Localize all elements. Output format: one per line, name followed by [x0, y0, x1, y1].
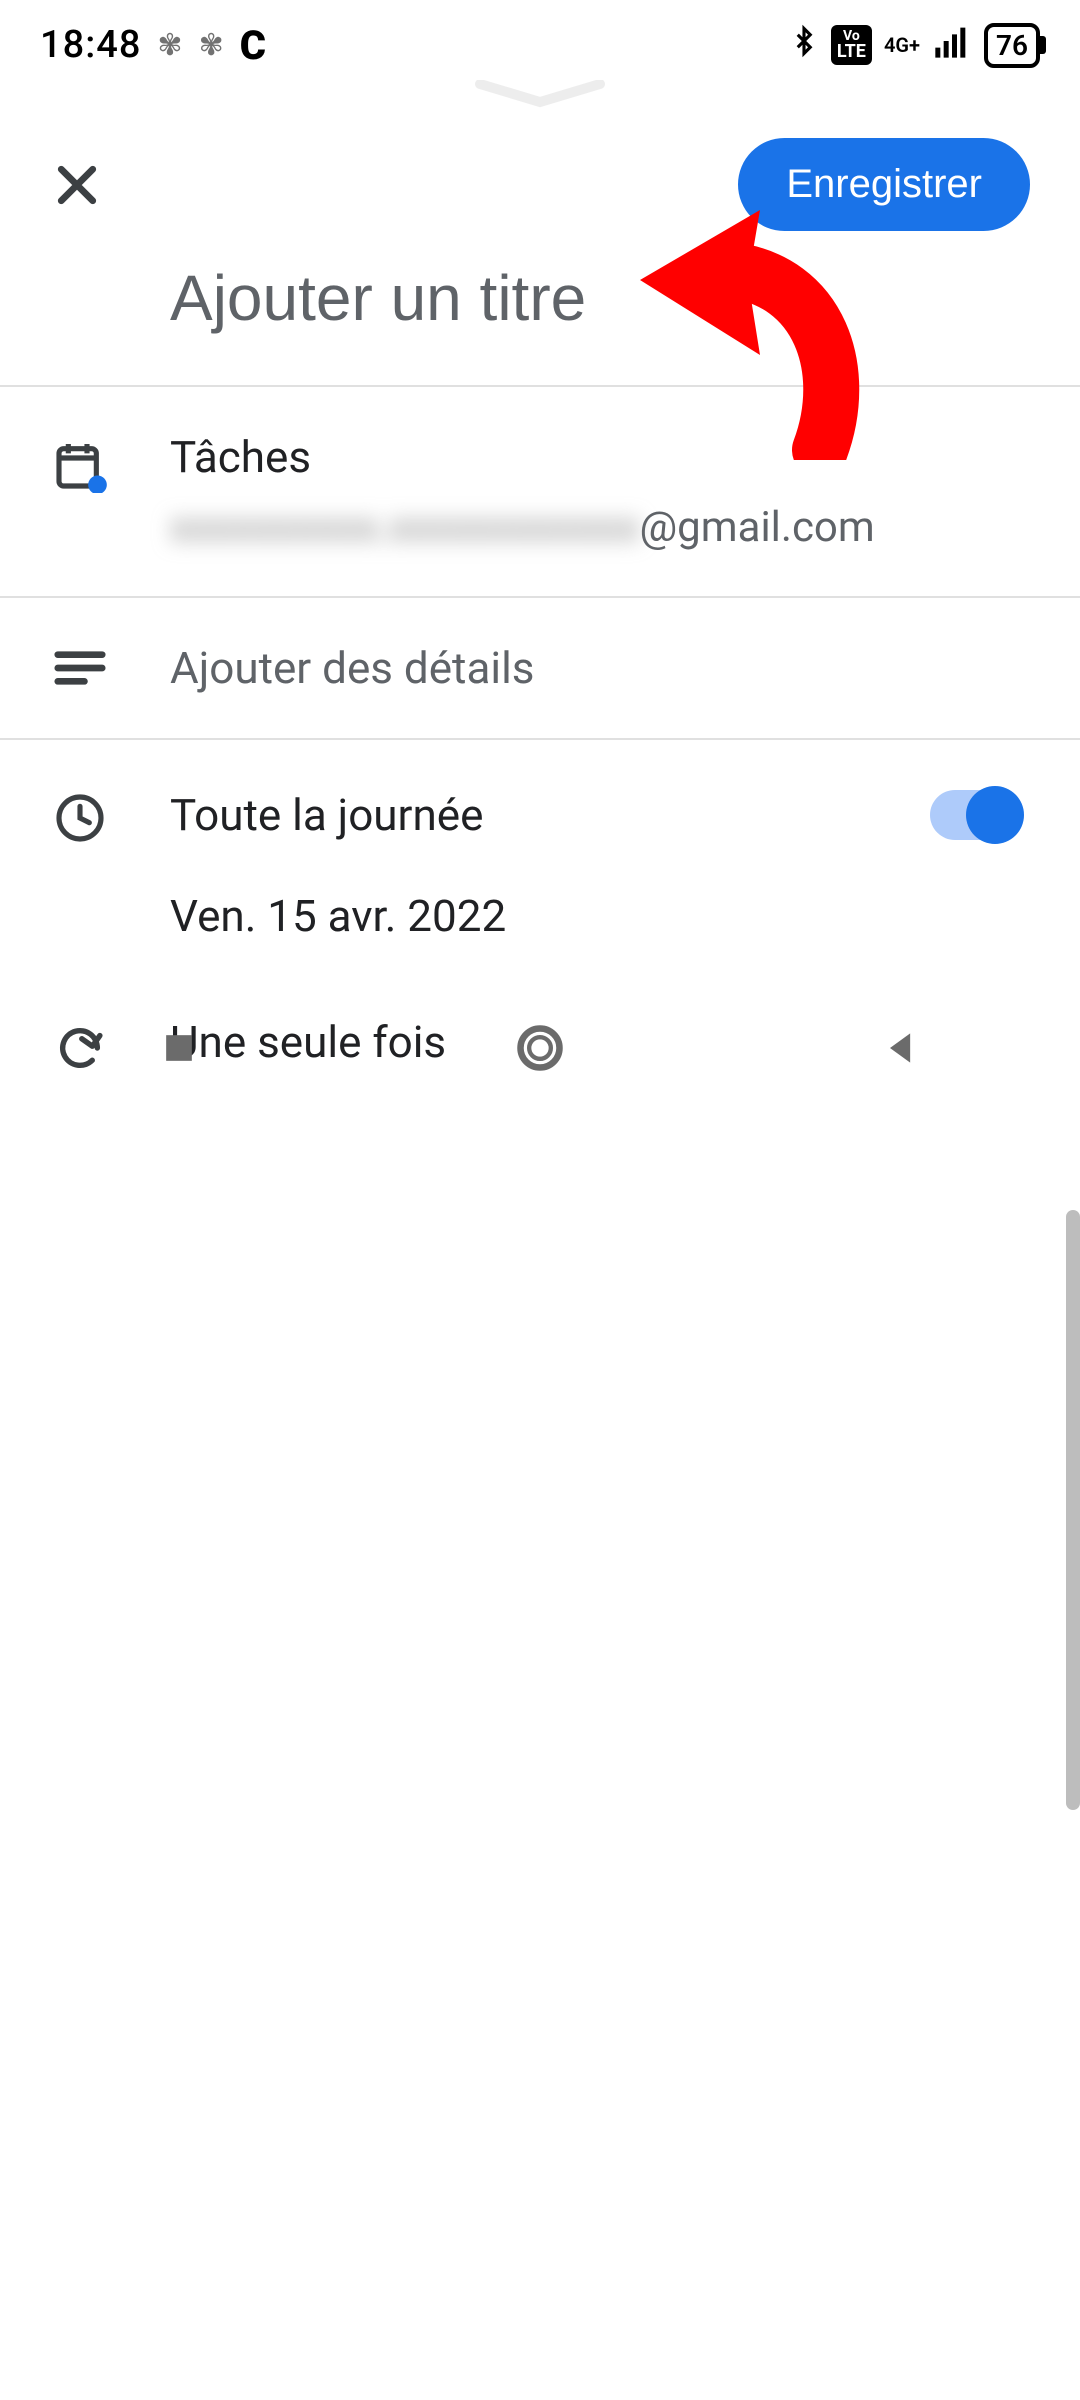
network-type: 4G+: [884, 33, 920, 57]
header: Enregistrer: [0, 118, 1080, 251]
bluetooth-icon: [789, 21, 819, 70]
date-label: Ven. 15 avr. 2022: [170, 890, 506, 942]
volte-icon: Vo LTE: [831, 25, 872, 65]
status-time: 18:48: [40, 23, 141, 67]
details-placeholder: Ajouter des détails: [170, 642, 1030, 694]
save-button[interactable]: Enregistrer: [738, 138, 1030, 231]
date-row[interactable]: Ven. 15 avr. 2022: [0, 890, 1080, 986]
c-icon: C: [240, 22, 266, 69]
all-day-label: Toute la journée: [170, 789, 870, 841]
title-input[interactable]: [170, 261, 1030, 335]
paw-icon: ✾: [157, 28, 182, 63]
account-label: Tâches: [170, 431, 1030, 483]
drag-handle-icon[interactable]: [0, 80, 1080, 108]
status-bar: 18:48 ✾ ✾ C Vo LTE 4G+ 76: [0, 0, 1080, 90]
account-email: xxxxxxxxxx.xxxxxxxxxxxx@gmail.com: [170, 503, 1030, 552]
account-email-redacted: xxxxxxxxxx.xxxxxxxxxxxx: [170, 503, 639, 552]
status-left: 18:48 ✾ ✾ C: [40, 22, 266, 69]
title-row: [0, 251, 1080, 385]
paw-icon: ✾: [199, 28, 224, 63]
status-right: Vo LTE 4G+ 76: [789, 21, 1040, 70]
account-row[interactable]: Tâches xxxxxxxxxx.xxxxxxxxxxxx@gmail.com: [0, 387, 1080, 596]
close-button[interactable]: [50, 158, 104, 212]
tasks-calendar-icon: [50, 431, 110, 493]
nav-recent-button[interactable]: [157, 1026, 201, 1070]
scrollbar[interactable]: [1066, 1210, 1080, 1810]
nav-back-button[interactable]: [879, 1026, 923, 1070]
notes-icon: [50, 642, 110, 688]
nav-home-button[interactable]: [514, 1022, 566, 1074]
android-navbar: [0, 978, 1080, 1118]
details-row[interactable]: Ajouter des détails: [0, 598, 1080, 738]
all-day-toggle[interactable]: [930, 790, 1020, 840]
clock-icon: [50, 784, 110, 846]
all-day-row: Toute la journée: [0, 740, 1080, 890]
battery-icon: 76: [984, 23, 1040, 68]
signal-icon: [932, 24, 972, 67]
